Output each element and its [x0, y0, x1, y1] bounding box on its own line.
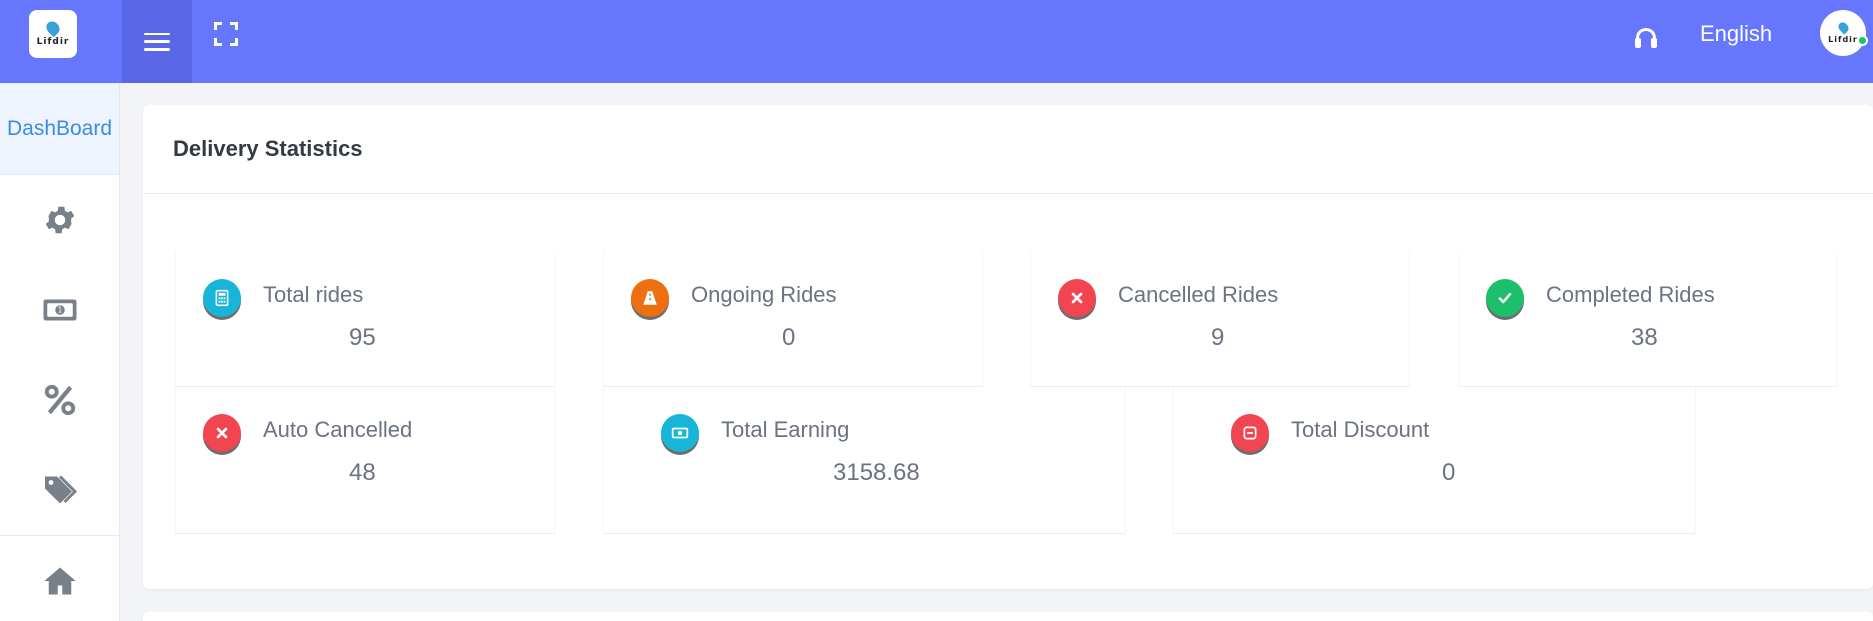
- stat-label: Total rides: [263, 282, 364, 307]
- avatar-logo-text: Lifdir: [1828, 35, 1858, 44]
- stat-value: 9: [1211, 324, 1225, 351]
- svg-text:1: 1: [57, 306, 62, 315]
- sidebar-item-payments[interactable]: 1: [0, 265, 119, 355]
- stat-value: 48: [349, 459, 376, 486]
- stat-card-total-rides[interactable]: Total rides 95: [175, 252, 555, 387]
- stat-label: Total Discount: [1291, 417, 1430, 442]
- logo-text: Lifdir: [36, 37, 70, 47]
- money-icon: 1: [43, 299, 76, 321]
- page-title: Delivery Statistics: [173, 136, 363, 161]
- delivery-statistics-card: Delivery Statistics Total rides 95 Ongoi…: [143, 105, 1873, 589]
- sidebar-item-home[interactable]: [0, 536, 119, 621]
- stat-card-total-earning[interactable]: Total Earning 3158.68: [603, 387, 1126, 534]
- sidebar-item-commission[interactable]: [0, 355, 119, 445]
- user-avatar[interactable]: Lifdir: [1820, 10, 1868, 56]
- secondary-card: [143, 612, 1873, 621]
- sidebar: DashBoard 1: [0, 83, 120, 621]
- stat-card-cancelled-rides[interactable]: Cancelled Rides 9: [1030, 252, 1410, 387]
- home-icon: [43, 567, 76, 595]
- stat-label: Cancelled Rides: [1118, 282, 1279, 307]
- stat-label: Completed Rides: [1546, 282, 1715, 307]
- headset-icon[interactable]: [1633, 24, 1659, 50]
- stat-card-auto-cancelled[interactable]: Auto Cancelled 48: [175, 387, 555, 534]
- tags-icon: [44, 475, 77, 504]
- stat-value: 95: [349, 324, 376, 351]
- stat-value: 0: [1442, 459, 1456, 486]
- stat-card-total-discount[interactable]: Total Discount 0: [1173, 387, 1696, 534]
- card-header: Delivery Statistics: [143, 105, 1873, 194]
- percent-icon: [44, 384, 75, 416]
- check-icon: [1486, 279, 1524, 317]
- road-icon: [631, 279, 669, 317]
- stat-card-completed-rides[interactable]: Completed Rides 38: [1458, 252, 1838, 387]
- language-selector[interactable]: English: [1700, 21, 1772, 47]
- menu-icon: [144, 32, 170, 51]
- sidebar-item-promotions[interactable]: [0, 445, 119, 535]
- sidebar-item-dashboard[interactable]: DashBoard: [0, 83, 119, 175]
- online-status-dot: [1857, 35, 1868, 46]
- stat-value: 3158.68: [833, 459, 920, 486]
- stat-label: Auto Cancelled: [263, 417, 413, 442]
- stat-card-ongoing-rides[interactable]: Ongoing Rides 0: [603, 252, 983, 387]
- close-icon: [1058, 279, 1096, 317]
- menu-toggle-button[interactable]: [122, 0, 192, 83]
- gear-icon: [45, 206, 74, 234]
- calculator-icon: [203, 279, 241, 317]
- avatar-pin-icon: [1835, 20, 1851, 35]
- fullscreen-icon[interactable]: [212, 20, 240, 48]
- stat-label: Total Earning: [721, 417, 850, 442]
- money-icon: [661, 414, 699, 452]
- sidebar-item-settings[interactable]: [0, 175, 119, 265]
- minus-square-icon: [1231, 414, 1269, 452]
- stat-value: 38: [1631, 324, 1658, 351]
- close-icon: [203, 414, 241, 452]
- stat-value: 0: [782, 324, 796, 351]
- stat-label: Ongoing Rides: [691, 282, 837, 307]
- brand-logo[interactable]: Lifdir: [29, 10, 77, 58]
- top-navbar: Lifdir English Lifdir: [0, 0, 1873, 83]
- logo-pin-icon: [43, 18, 63, 38]
